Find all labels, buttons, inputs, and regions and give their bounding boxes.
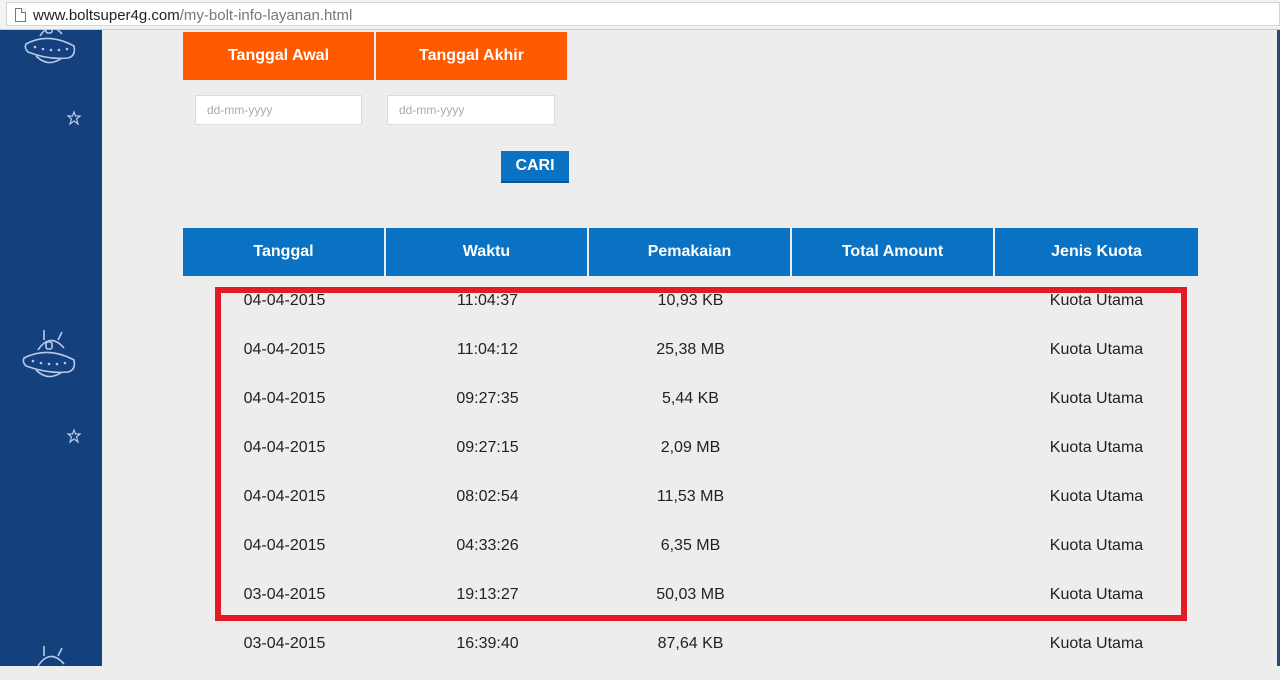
cell-time: 04:33:26 xyxy=(456,537,519,554)
cell-total-amount xyxy=(792,484,995,533)
column-header-date: Tanggal xyxy=(183,228,386,276)
cell-usage: 10,93 KB xyxy=(657,292,724,309)
start-date-header: Tanggal Awal xyxy=(183,32,374,80)
sidebar-decoration xyxy=(0,30,102,666)
cell-time: 08:02:54 xyxy=(456,488,519,505)
cell-total-amount xyxy=(792,435,995,484)
url-field[interactable]: www.boltsuper4g.com/my-bolt-info-layanan… xyxy=(6,2,1280,26)
table-row: 04-04-2015 04:33:26 6,35 MB Kuota Utama xyxy=(183,533,1198,582)
page-icon xyxy=(15,8,26,22)
star-icon xyxy=(66,428,82,444)
cell-quota-type: Kuota Utama xyxy=(1049,292,1144,309)
url-domain: www.boltsuper4g.com xyxy=(33,7,180,24)
table-row: 03-04-2015 16:39:40 87,64 KB Kuota Utama xyxy=(183,631,1198,680)
cell-date: 04-04-2015 xyxy=(243,292,326,309)
cell-total-amount xyxy=(792,582,995,631)
url-text[interactable]: www.boltsuper4g.com/my-bolt-info-layanan… xyxy=(33,7,352,24)
end-date-input[interactable] xyxy=(387,95,555,125)
star-icon xyxy=(66,110,82,126)
cell-date: 03-04-2015 xyxy=(243,586,326,603)
cell-usage: 87,64 KB xyxy=(657,635,724,652)
cell-date: 04-04-2015 xyxy=(243,488,326,505)
cell-date: 03-04-2015 xyxy=(243,635,326,652)
cell-time: 16:39:40 xyxy=(456,635,519,652)
ufo-icon xyxy=(24,30,76,64)
cell-usage: 5,44 KB xyxy=(662,390,719,407)
cell-quota-type: Kuota Utama xyxy=(1049,390,1144,407)
cell-total-amount xyxy=(792,386,995,435)
column-header-total-amount: Total Amount xyxy=(792,228,995,276)
cell-usage: 50,03 MB xyxy=(656,586,725,603)
table-row: 04-04-2015 11:04:12 25,38 MB Kuota Utama xyxy=(183,337,1198,386)
cell-usage: 11,53 MB xyxy=(656,488,725,505)
search-button[interactable]: CARI xyxy=(501,151,569,183)
cell-quota-type: Kuota Utama xyxy=(1049,439,1144,456)
cell-time: 11:04:12 xyxy=(456,341,519,358)
column-header-usage: Pemakaian xyxy=(589,228,792,276)
cell-date: 04-04-2015 xyxy=(243,537,326,554)
table-row: 04-04-2015 11:04:37 10,93 KB Kuota Utama xyxy=(183,288,1198,337)
cell-quota-type: Kuota Utama xyxy=(1049,635,1144,652)
cell-usage: 25,38 MB xyxy=(656,341,725,358)
table-row: 04-04-2015 09:27:35 5,44 KB Kuota Utama xyxy=(183,386,1198,435)
cell-total-amount xyxy=(792,533,995,582)
ufo-icon xyxy=(22,330,76,378)
cell-quota-type: Kuota Utama xyxy=(1049,488,1144,505)
cell-date: 04-04-2015 xyxy=(243,390,326,407)
end-date-header: Tanggal Akhir xyxy=(376,32,567,80)
cell-total-amount xyxy=(792,631,995,680)
cell-time: 09:27:35 xyxy=(456,390,519,407)
usage-table-header: Tanggal Waktu Pemakaian Total Amount Jen… xyxy=(183,228,1198,276)
column-header-quota-type: Jenis Kuota xyxy=(995,228,1198,276)
cell-quota-type: Kuota Utama xyxy=(1049,537,1144,554)
cell-total-amount xyxy=(792,288,995,337)
table-row: 04-04-2015 09:27:15 2,09 MB Kuota Utama xyxy=(183,435,1198,484)
cell-date: 04-04-2015 xyxy=(243,439,326,456)
url-path: /my-bolt-info-layanan.html xyxy=(179,7,353,24)
table-row: 03-04-2015 19:13:27 50,03 MB Kuota Utama xyxy=(183,582,1198,631)
cell-time: 11:04:37 xyxy=(456,292,519,309)
cell-date: 04-04-2015 xyxy=(243,341,326,358)
cell-usage: 2,09 MB xyxy=(660,439,721,456)
cell-quota-type: Kuota Utama xyxy=(1049,341,1144,358)
usage-table-body: 04-04-2015 11:04:37 10,93 KB Kuota Utama… xyxy=(183,288,1198,680)
cell-quota-type: Kuota Utama xyxy=(1049,586,1144,603)
start-date-input[interactable] xyxy=(195,95,362,125)
browser-address-bar: www.boltsuper4g.com/my-bolt-info-layanan… xyxy=(0,0,1280,30)
table-row: 04-04-2015 08:02:54 11,53 MB Kuota Utama xyxy=(183,484,1198,533)
cell-time: 19:13:27 xyxy=(456,586,519,603)
column-header-time: Waktu xyxy=(386,228,589,276)
cell-time: 09:27:15 xyxy=(456,439,519,456)
cell-total-amount xyxy=(792,337,995,386)
cell-usage: 6,35 MB xyxy=(660,537,721,554)
ufo-icon xyxy=(37,646,65,666)
